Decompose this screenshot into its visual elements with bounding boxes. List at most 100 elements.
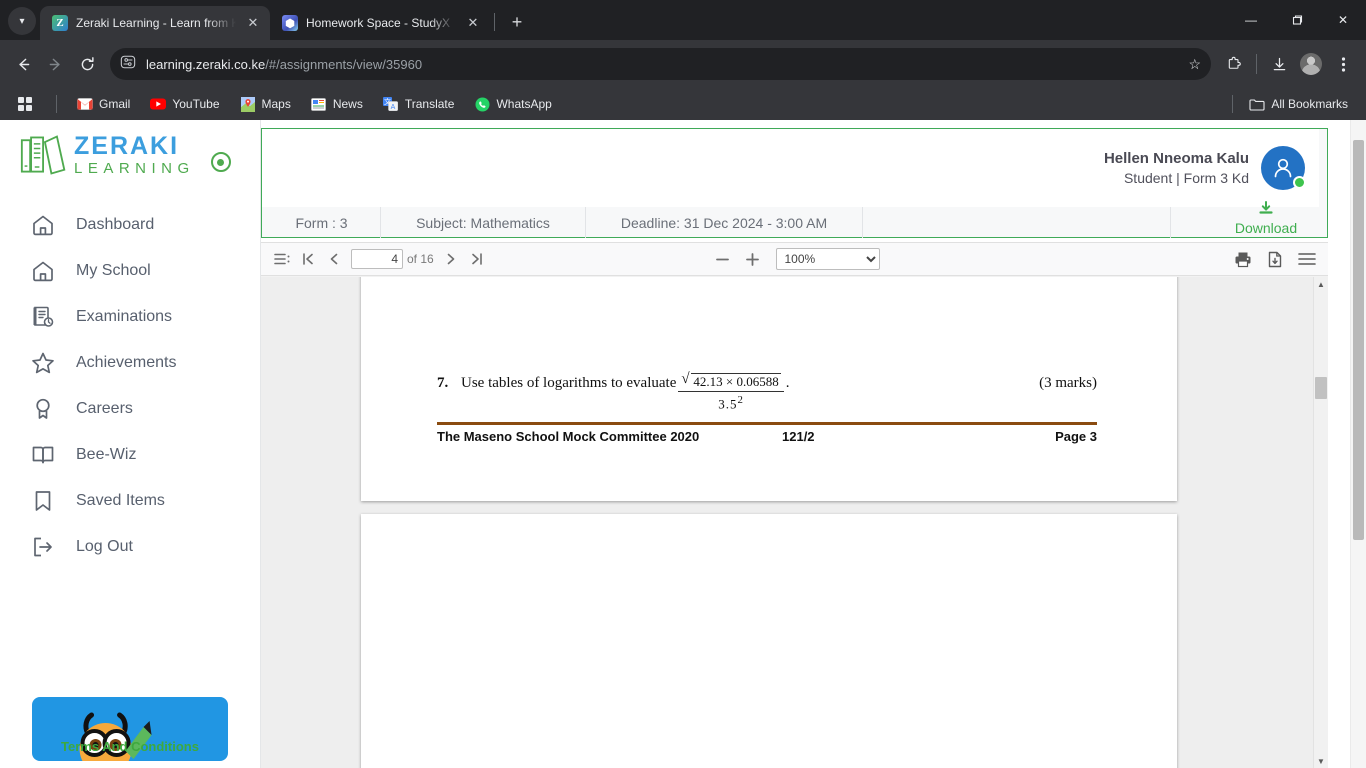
sidebar-item-my-school[interactable]: My School (0, 248, 260, 294)
home-icon (33, 261, 53, 282)
last-page-icon[interactable] (464, 246, 490, 272)
sidebar-item-achievements[interactable]: Achievements (0, 340, 260, 386)
bookmark-gmail[interactable]: Gmail (69, 93, 138, 115)
bookmark-label: Gmail (99, 97, 131, 111)
sidebar-item-label: Examinations (76, 308, 173, 325)
print-icon[interactable] (1230, 246, 1256, 272)
pdf-scrollbar-thumb[interactable] (1315, 377, 1327, 399)
previous-page-icon[interactable] (321, 246, 347, 272)
logo-brand: ZERAKI (74, 132, 180, 160)
bookmark-youtube[interactable]: YouTube (142, 93, 227, 115)
download-button[interactable]: Download (1205, 201, 1327, 236)
url-domain: learning.zeraki.co.ke (146, 56, 266, 72)
user-text-block: Hellen Nneoma Kalu Student | Form 3 Kd (1104, 150, 1249, 186)
pdf-vertical-scrollbar[interactable]: ▲ ▼ (1313, 277, 1328, 768)
user-role: Student | Form 3 Kd (1123, 170, 1249, 186)
divider (494, 13, 495, 31)
sidebar-item-bee-wiz[interactable]: Bee-Wiz (0, 432, 260, 478)
fraction-numerator: 42.13 × 0.06588 (678, 371, 784, 392)
fraction-formula: 42.13 × 0.06588 3.52 (678, 371, 784, 412)
maximize-icon (1292, 15, 1303, 25)
meta-empty (863, 207, 1171, 238)
close-window-button[interactable]: ✕ (1320, 4, 1366, 36)
zoom-level-select[interactable]: 100% (775, 248, 880, 270)
minimize-button[interactable]: — (1228, 4, 1274, 36)
zeraki-logo[interactable]: ZERAKI LEARNING (0, 120, 260, 176)
star-icon[interactable]: ☆ (1188, 56, 1205, 73)
promo-card[interactable]: Terms And Conditions (32, 697, 228, 761)
bookmark-maps[interactable]: Maps (232, 93, 299, 115)
meta-subject: Subject: Mathematics (381, 207, 586, 238)
scroll-down-arrow-icon[interactable]: ▼ (1314, 754, 1328, 768)
medal-icon (36, 398, 50, 419)
sidebar-item-label: My School (76, 262, 151, 279)
page-number-input[interactable] (351, 249, 403, 269)
profile-avatar[interactable] (1296, 49, 1326, 79)
fraction-denominator: 3.52 (678, 392, 783, 412)
all-bookmarks-button[interactable]: All Bookmarks (1241, 93, 1356, 115)
plus-icon[interactable] (740, 246, 766, 272)
translate-icon: 文 A (383, 96, 399, 112)
puzzle-icon (1228, 56, 1241, 69)
apps-grid-icon[interactable] (10, 94, 44, 114)
sidebar-item-careers[interactable]: Careers (0, 386, 260, 432)
hamburger-menu-icon[interactable] (1294, 246, 1320, 272)
assignment-header-card: Hellen Nneoma Kalu Student | Form 3 Kd F… (261, 128, 1328, 238)
minus-icon[interactable] (710, 246, 736, 272)
close-icon[interactable]: ✕ (244, 14, 262, 32)
download-icon (1273, 57, 1285, 70)
question-number: 7. (437, 375, 449, 391)
avatar[interactable] (1261, 146, 1306, 190)
all-bookmarks-label: All Bookmarks (1271, 97, 1348, 111)
tab-search-button[interactable]: ▾ (8, 7, 36, 35)
target-dot-icon (210, 152, 231, 172)
three-dot-menu-icon[interactable] (1328, 49, 1358, 79)
sidebar-item-log-out[interactable]: Log Out (0, 524, 260, 570)
forward-button[interactable] (40, 49, 70, 79)
close-icon[interactable]: ✕ (464, 14, 482, 32)
downloads-button[interactable] (1264, 49, 1294, 79)
maximize-button[interactable] (1274, 4, 1320, 36)
reload-button[interactable] (72, 49, 102, 79)
bookmark-icon (35, 491, 51, 511)
pdf-scroll-area[interactable]: 7. Use tables of logarithms to evaluate … (261, 277, 1328, 768)
bookmark-translate[interactable]: 文 A Translate (375, 93, 463, 115)
url-text: learning.zeraki.co.ke/#/assignments/view… (146, 57, 422, 72)
new-tab-button[interactable]: + (503, 8, 531, 36)
browser-tab-zeraki[interactable]: Z Zeraki Learning - Learn from Ke ✕ (40, 6, 270, 40)
open-book-icon (32, 446, 54, 464)
meta-form: Form : 3 (263, 207, 381, 238)
whatsapp-icon (474, 96, 490, 112)
meta-deadline: Deadline: 31 Dec 2024 - 3:00 AM (586, 207, 863, 238)
denominator-exponent: 2 (737, 394, 744, 406)
page-vertical-scrollbar[interactable] (1350, 120, 1366, 768)
tab-strip: ▾ Z Zeraki Learning - Learn from Ke ✕ ⬢ … (0, 0, 1366, 40)
user-profile-box[interactable]: Hellen Nneoma Kalu Student | Form 3 Kd (262, 129, 1319, 207)
logout-icon (34, 537, 52, 557)
logo-wordmark: ZERAKI LEARNING (74, 132, 195, 177)
sidebar-item-saved-items[interactable]: Saved Items (0, 478, 260, 524)
pdf-toolbar: of 16 (261, 243, 1328, 276)
question-text: Use tables of logarithms to evaluate (461, 375, 677, 391)
sidebar-nav: Dashboard My School Examinations Achieve… (0, 202, 260, 570)
page-scrollbar-thumb[interactable] (1353, 140, 1364, 540)
save-document-icon[interactable] (1262, 246, 1288, 272)
sidebar-item-dashboard[interactable]: Dashboard (0, 202, 260, 248)
browser-tab-studyx[interactable]: ⬢ Homework Space - StudyX ✕ (270, 6, 490, 40)
browser-window: ▾ Z Zeraki Learning - Learn from Ke ✕ ⬢ … (0, 0, 1366, 768)
extensions-button[interactable] (1219, 49, 1249, 79)
bookmark-news[interactable]: News (303, 93, 371, 115)
address-bar[interactable]: learning.zeraki.co.ke/#/assignments/view… (110, 48, 1211, 80)
next-page-icon[interactable] (438, 246, 464, 272)
scroll-up-arrow-icon[interactable]: ▲ (1314, 277, 1328, 291)
first-page-icon[interactable] (295, 246, 321, 272)
sidebar-item-label: Bee-Wiz (76, 446, 137, 463)
site-settings-icon[interactable] (120, 54, 136, 75)
browser-toolbar: learning.zeraki.co.ke/#/assignments/view… (0, 40, 1366, 88)
back-button[interactable] (8, 49, 38, 79)
bookmark-whatsapp[interactable]: WhatsApp (466, 93, 559, 115)
sidebar-item-examinations[interactable]: Examinations (0, 294, 260, 340)
promo-label: Terms And Conditions (61, 739, 199, 754)
thumbnails-toggle-icon[interactable] (269, 246, 295, 272)
pdf-page (361, 514, 1177, 768)
